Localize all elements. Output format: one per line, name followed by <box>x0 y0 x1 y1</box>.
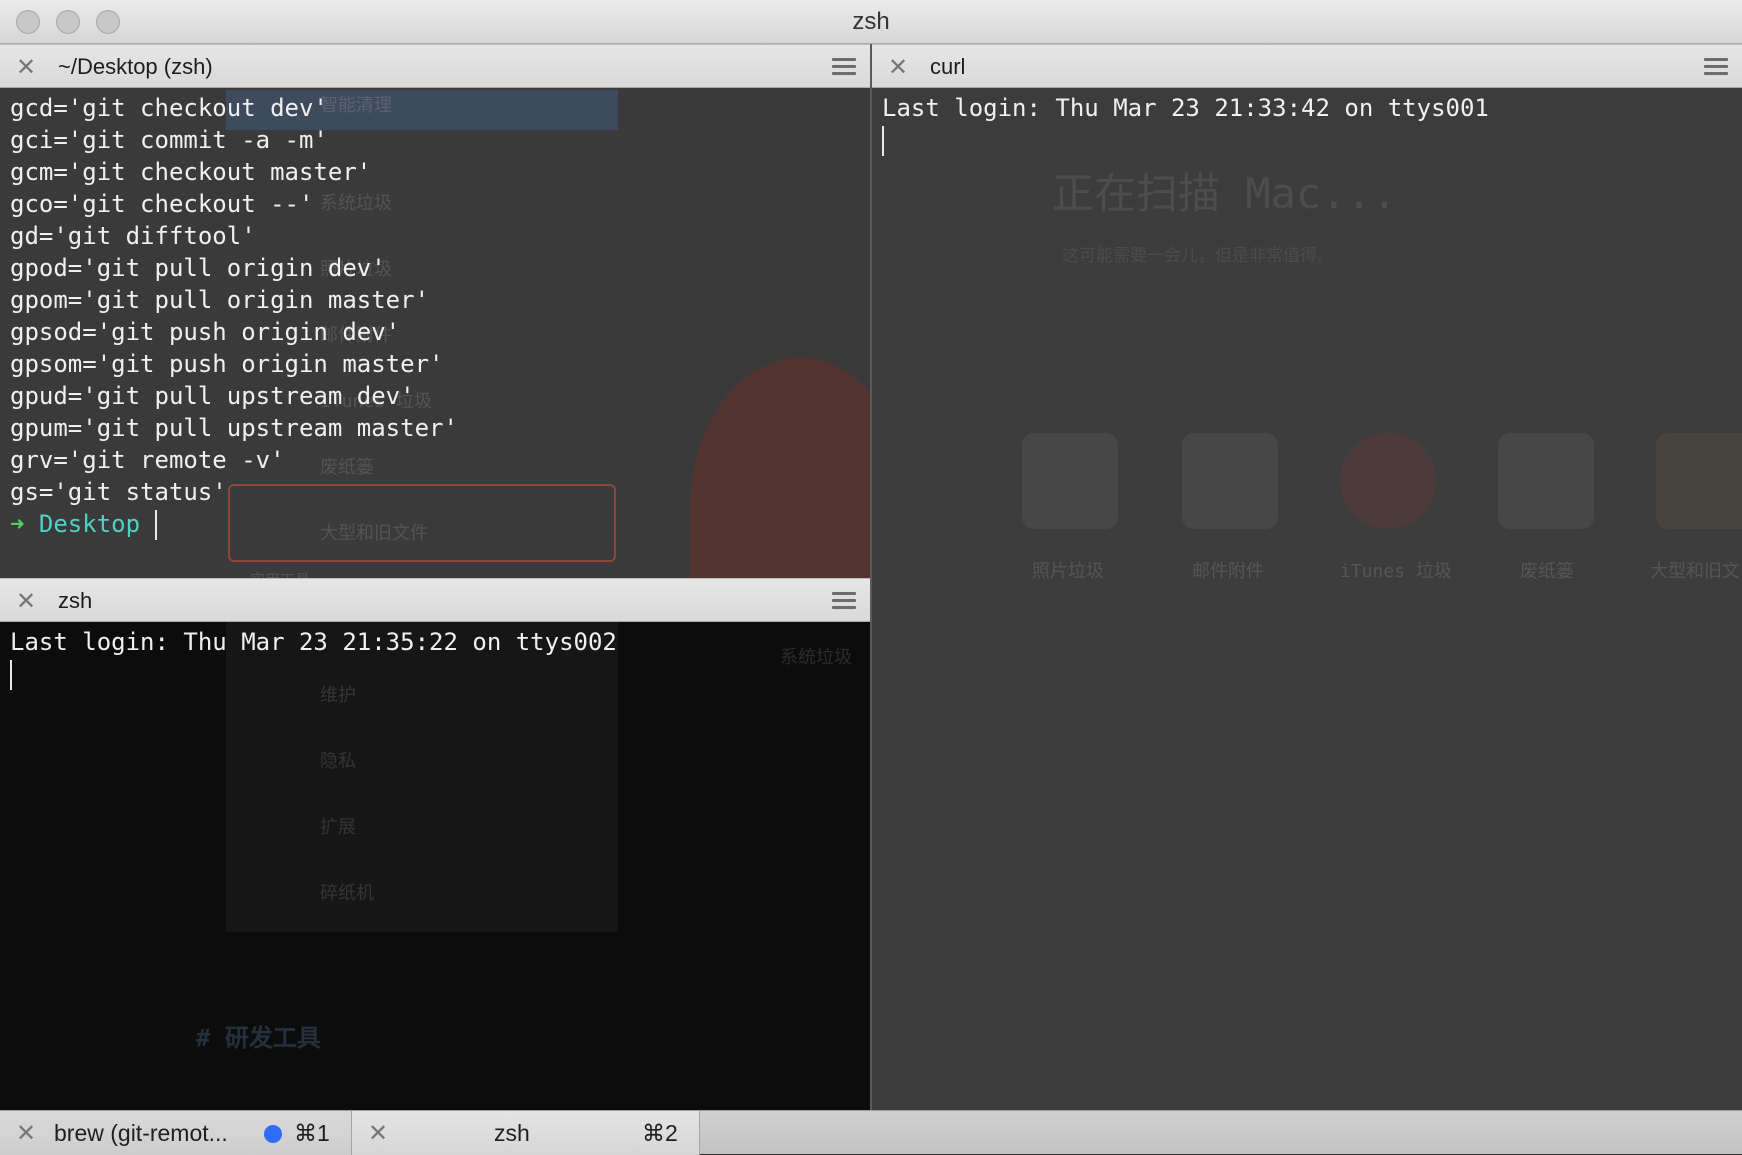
pane-header-curl[interactable]: ✕ curl <box>872 44 1742 88</box>
alias-line: gs='git status' <box>10 478 227 506</box>
alias-line: gpod='git pull origin dev' <box>10 254 386 282</box>
ghost-scan-subtitle: 这可能需要一会儿，但是非常值得。 <box>1062 246 1334 266</box>
alias-line: gpum='git pull upstream master' <box>10 414 458 442</box>
alias-line: gcm='git checkout master' <box>10 158 372 186</box>
close-pane-icon[interactable]: ✕ <box>16 587 36 615</box>
tab-shortcut: ⌘2 <box>642 1120 678 1146</box>
activity-indicator-icon <box>264 1125 282 1143</box>
ghost-scan-title: 正在扫描 Mac... <box>1052 169 1398 218</box>
pane-menu-icon[interactable] <box>1704 58 1728 76</box>
close-pane-icon[interactable]: ✕ <box>16 53 36 81</box>
pane-header-zsh[interactable]: ✕ zsh <box>0 578 870 622</box>
terminal-pane-zsh[interactable]: 系统垃圾 维护 隐私 扩展 碎纸机 # 研发工具 Last login: Thu… <box>0 622 870 1110</box>
text-cursor <box>882 126 884 156</box>
tab-shortcut: ⌘1 <box>294 1120 330 1146</box>
ghost-trash-icon <box>1498 433 1594 529</box>
ghost-label: 邮件附件 <box>1192 561 1264 582</box>
alias-line: gpom='git pull origin master' <box>10 286 430 314</box>
terminal-pane-curl[interactable]: 正在扫描 Mac... 这可能需要一会儿，但是非常值得。 照片垃圾 邮件附件 i… <box>872 88 1742 1110</box>
ghost-label: 照片垃圾 <box>1032 561 1104 582</box>
ghost-box-icon <box>1656 433 1742 529</box>
pane-title: ~/Desktop (zsh) <box>58 54 213 79</box>
cursor-line <box>10 658 860 690</box>
terminal-pane-desktop[interactable]: 智能清理 系统垃圾 照片垃圾 邮件附件 iTunes 垃圾 废纸篓 大型和旧文件… <box>0 88 870 578</box>
ghost-label: iTunes 垃圾 <box>1340 561 1452 582</box>
ghost-label: 废纸篓 <box>1520 561 1574 582</box>
window-title: zsh <box>852 8 890 35</box>
pane-title: zsh <box>58 588 93 613</box>
alias-line: gpud='git pull upstream dev' <box>10 382 415 410</box>
alias-line: gpsom='git push origin master' <box>10 350 444 378</box>
pane-title: curl <box>930 54 966 79</box>
ghost-label: 大型和旧文 <box>1650 561 1740 582</box>
text-cursor <box>154 510 157 540</box>
close-pane-icon[interactable]: ✕ <box>888 53 908 81</box>
tab-label: zsh <box>494 1120 530 1146</box>
last-login-line: Last login: Thu Mar 23 21:35:22 on ttys0… <box>10 628 617 656</box>
alias-line: gci='git commit -a -m' <box>10 126 328 154</box>
ghost-heading: # 研发工具 <box>196 1024 321 1052</box>
ghost-photo-icon <box>1022 433 1118 529</box>
alias-line: grv='git remote -v' <box>10 446 285 474</box>
cursor-line <box>882 124 1732 156</box>
prompt-arrow-icon: ➜ <box>10 510 25 538</box>
pane-menu-icon[interactable] <box>832 592 856 610</box>
prompt-line: ➜ Desktop <box>10 508 860 540</box>
ghost-music-icon <box>1340 433 1436 529</box>
alias-line: gcd='git checkout dev' <box>10 94 328 122</box>
ghost-label: 实用工具 <box>250 564 310 578</box>
pane-menu-icon[interactable] <box>832 58 856 76</box>
ghost-mail-icon <box>1182 433 1278 529</box>
text-cursor <box>10 660 12 690</box>
tab-bar: ✕ brew (git-remot... ⌘1 ✕ zsh ⌘2 <box>0 1110 1742 1155</box>
close-tab-icon[interactable]: ✕ <box>368 1119 388 1147</box>
tab-label: brew (git-remot... <box>54 1120 228 1146</box>
last-login-line: Last login: Thu Mar 23 21:33:42 on ttys0… <box>882 94 1489 122</box>
alias-line: gpsod='git push origin dev' <box>10 318 401 346</box>
prompt-directory: Desktop <box>38 510 141 538</box>
close-tab-icon[interactable]: ✕ <box>16 1119 36 1147</box>
alias-list: gcd='git checkout dev' gci='git commit -… <box>10 92 860 540</box>
tab-zsh[interactable]: ✕ zsh ⌘2 <box>352 1111 700 1155</box>
tab-brew[interactable]: ✕ brew (git-remot... ⌘1 <box>0 1111 352 1155</box>
alias-line: gd='git difftool' <box>10 222 256 250</box>
alias-line: gco='git checkout --' <box>10 190 314 218</box>
window-titlebar: zsh <box>0 0 1742 44</box>
pane-header-desktop[interactable]: ✕ ~/Desktop (zsh) <box>0 44 870 88</box>
